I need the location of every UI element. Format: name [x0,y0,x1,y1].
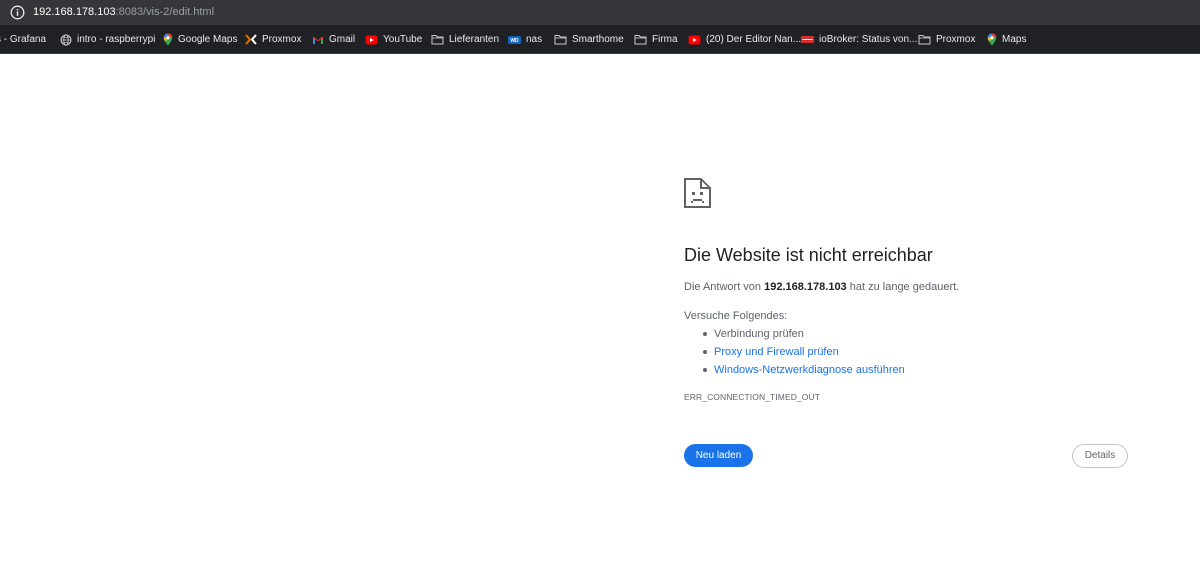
bookmark-google-maps[interactable]: Google Maps [163,25,237,54]
globe-icon [60,34,72,46]
reload-button[interactable]: Neu laden [684,444,753,467]
suggestions-heading: Versuche Folgendes: [684,310,788,322]
bookmark-gmail[interactable]: Gmail [312,25,355,54]
folder-icon [634,34,647,45]
desc-suffix: hat zu lange gedauert. [846,281,960,293]
bookmark-label: Firma [652,34,678,45]
desc-host: 192.168.178.103 [764,281,847,293]
bookmark-grafana[interactable]: s - Grafana [0,25,46,54]
bookmark-label: Google Maps [178,34,238,45]
list-item: Proxy und Firewall prüfen [703,343,905,361]
bookmark-iobroker[interactable]: ioBroker: Status von... [801,25,917,54]
bookmark-label: (20) Der Editor Nan... [706,34,802,45]
error-page: Die Website ist nicht erreichbar Die Ant… [0,54,1200,572]
maps-pin-icon [987,33,997,46]
youtube-icon [688,35,701,45]
desc-prefix: Die Antwort von [684,281,765,293]
bookmark-youtube[interactable]: YouTube [365,25,422,54]
bookmark-proxmox[interactable]: Proxmox [245,25,301,54]
info-icon[interactable] [10,5,25,20]
gmail-icon [312,35,324,45]
bookmark-label: Gmail [329,34,356,45]
bookmark-youtube-editor[interactable]: (20) Der Editor Nan... [688,25,801,54]
list-item: Windows-Netzwerkdiagnose ausführen [703,361,905,379]
suggestions-list: Verbindung prüfen Proxy und Firewall prü… [703,325,905,379]
list-item: Verbindung prüfen [703,325,905,343]
bookmark-label: Proxmox [262,34,302,45]
youtube-icon [365,35,378,45]
bookmarks-bar: s - Grafana intro - raspberrypi Google M… [0,25,1200,54]
error-code: ERR_CONNECTION_TIMED_OUT [684,392,821,402]
bookmark-folder-smarthome[interactable]: Smarthome [554,25,624,54]
bookmark-label: Smarthome [572,34,624,45]
bookmark-raspberrypi[interactable]: intro - raspberrypi [60,25,155,54]
folder-icon [918,34,931,45]
page-title: Die Website ist nicht erreichbar [684,245,933,265]
error-description: Die Antwort von 192.168.178.103 hat zu l… [684,280,959,294]
url-text[interactable]: 192.168.178.103:8083/vis-2/edit.html [33,6,214,19]
bookmark-nas[interactable]: WD nas [508,25,542,54]
bookmark-label: Lieferanten [449,34,500,45]
bookmark-label: Maps [1002,34,1027,45]
proxy-firewall-link[interactable]: Proxy und Firewall prüfen [714,346,839,358]
url-path: :8083/vis-2/edit.html [115,6,215,18]
bookmark-label: ioBroker: Status von... [819,34,918,45]
iobroker-icon [801,36,814,43]
bookmark-folder-firma[interactable]: Firma [634,25,678,54]
bookmark-folder-proxmox[interactable]: Proxmox [918,25,975,54]
suggestion-check-connection: Verbindung prüfen [714,328,804,340]
bookmark-label: YouTube [383,34,423,45]
sad-page-icon [684,178,711,213]
maps-pin-icon [163,33,173,46]
bookmark-label: s - Grafana [0,34,47,45]
bookmark-label: Proxmox [936,34,976,45]
bookmark-folder-lieferanten[interactable]: Lieferanten [431,25,499,54]
folder-icon [554,34,567,45]
url-host: 192.168.178.103 [33,6,116,18]
proxmox-icon [245,34,257,45]
wd-icon: WD [508,35,521,44]
bookmark-label: intro - raspberrypi [77,34,156,45]
folder-icon [431,34,444,45]
details-button[interactable]: Details [1072,444,1128,468]
bookmark-maps[interactable]: Maps [987,25,1026,54]
address-bar[interactable]: 192.168.178.103:8083/vis-2/edit.html [0,0,1200,25]
bookmark-label: nas [526,34,543,45]
svg-text:WD: WD [510,38,519,44]
network-diagnostics-link[interactable]: Windows-Netzwerkdiagnose ausführen [714,364,905,376]
